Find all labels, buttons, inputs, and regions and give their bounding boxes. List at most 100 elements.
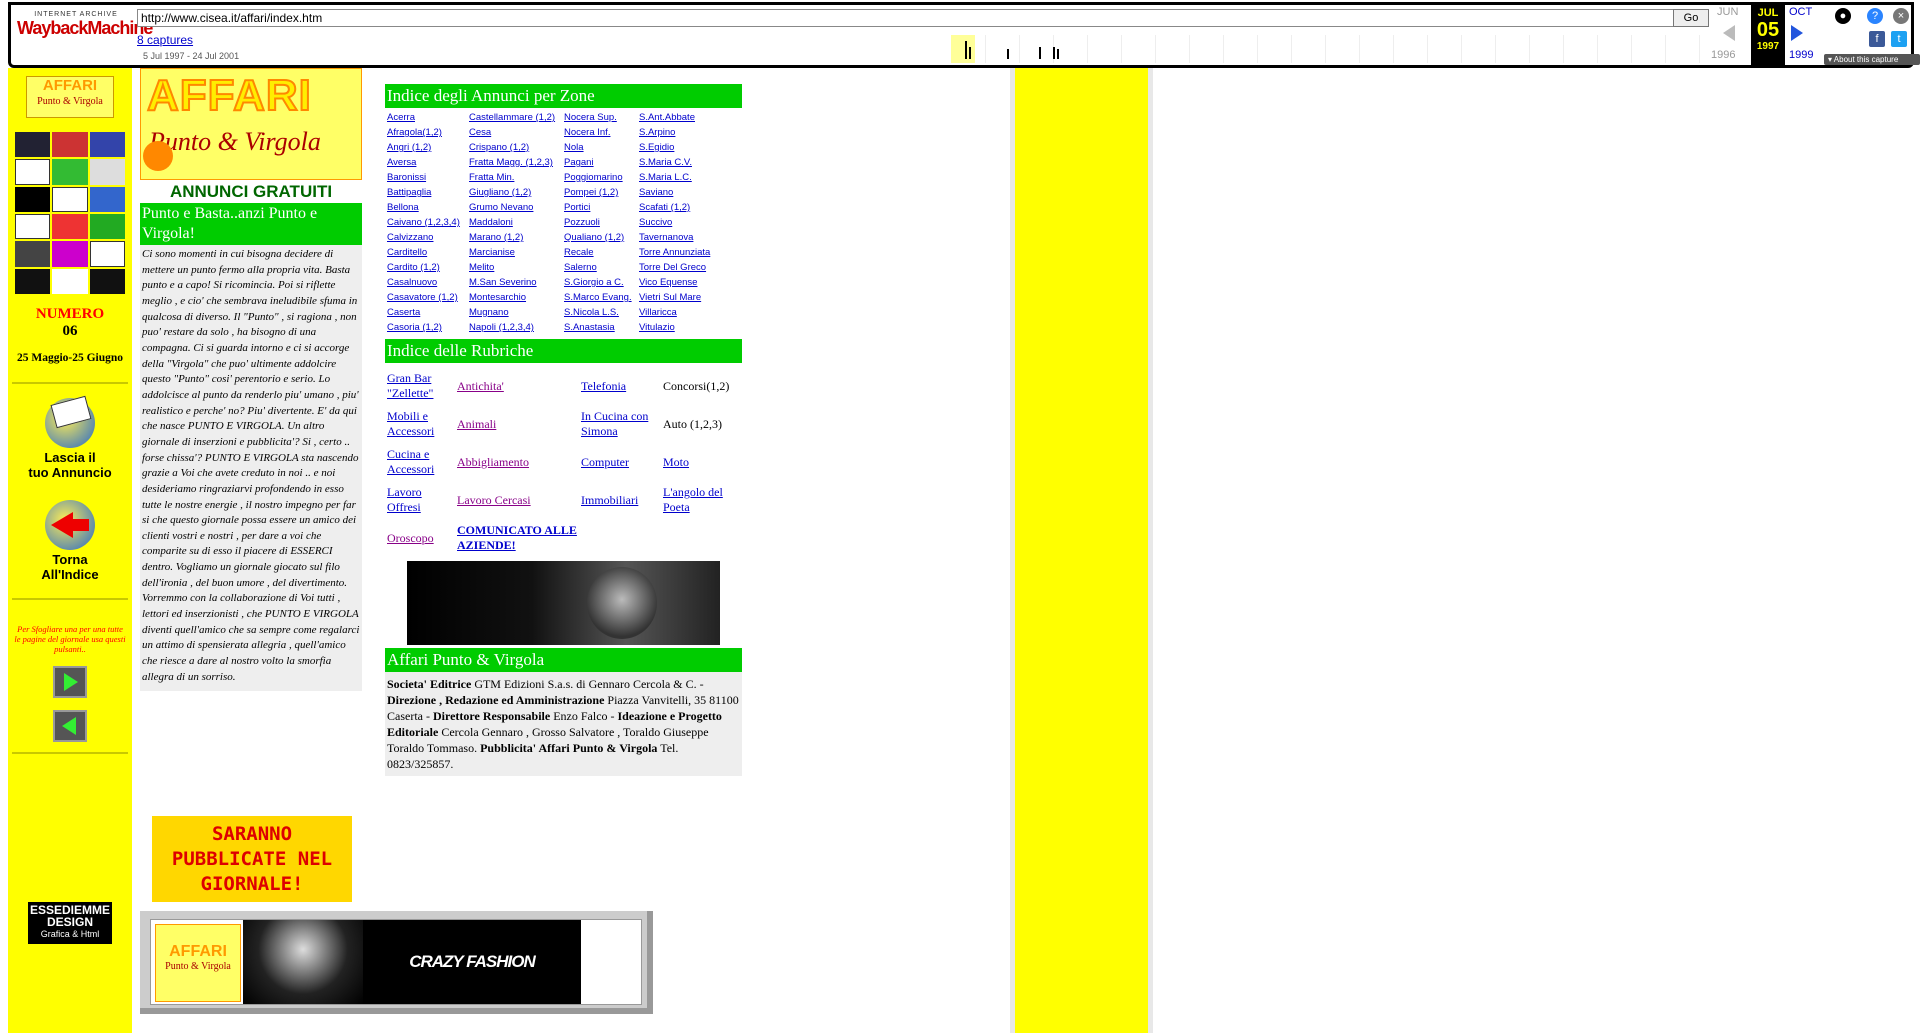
- zone-link[interactable]: Saviano: [639, 186, 737, 200]
- zone-link[interactable]: Poggiomarino: [564, 171, 639, 185]
- zone-link[interactable]: Pozzuoli: [564, 216, 639, 230]
- zone-link[interactable]: Nocera Sup.: [564, 111, 639, 125]
- zone-link[interactable]: S.Egidio: [639, 141, 737, 155]
- rubrica-link[interactable]: Telefonia: [581, 379, 626, 394]
- zone-link[interactable]: Villaricca: [639, 306, 737, 320]
- ads-collage[interactable]: [15, 132, 125, 294]
- zone-link[interactable]: Salerno: [564, 261, 639, 275]
- footer-banner[interactable]: AFFARI Punto & Virgola CRAZY FASHION: [140, 911, 653, 1014]
- back-to-index-button[interactable]: Torna All'Indice: [8, 500, 132, 582]
- rubrica-link[interactable]: Lavoro Offresi: [387, 485, 457, 515]
- zone-link[interactable]: Napoli (1,2,3,4): [469, 321, 564, 335]
- zone-link[interactable]: Vitulazio: [639, 321, 737, 335]
- prev-page-button[interactable]: [53, 710, 87, 742]
- zone-link[interactable]: Fratta Min.: [469, 171, 564, 185]
- zone-link[interactable]: Nocera Inf.: [564, 126, 639, 140]
- zone-link[interactable]: Qualiano (1,2): [564, 231, 639, 245]
- rubrica-link[interactable]: COMUNICATO ALLE AZIENDE!: [457, 523, 581, 553]
- zone-link[interactable]: Scafati (1,2): [639, 201, 737, 215]
- zone-link[interactable]: S.Ant.Abbate: [639, 111, 737, 125]
- zone-link[interactable]: Torre Del Greco: [639, 261, 737, 275]
- zone-link[interactable]: Montesarchio: [469, 291, 564, 305]
- zone-link[interactable]: Acerra: [387, 111, 469, 125]
- close-icon[interactable]: ×: [1893, 8, 1909, 24]
- zone-link[interactable]: Cesa: [469, 126, 564, 140]
- zone-link[interactable]: Vietri Sul Mare: [639, 291, 737, 305]
- wayback-prev-month[interactable]: JUN: [1717, 6, 1738, 18]
- zone-link[interactable]: Calvizzano: [387, 231, 469, 245]
- zone-link[interactable]: Angri (1,2): [387, 141, 469, 155]
- wayback-captures-link[interactable]: 8 captures: [137, 33, 193, 47]
- help-icon[interactable]: ?: [1867, 8, 1883, 24]
- zone-link[interactable]: Casalnuovo: [387, 276, 469, 290]
- zone-link[interactable]: Giugliano (1,2): [469, 186, 564, 200]
- rubrica-link[interactable]: Moto: [663, 455, 689, 470]
- rubrica-link[interactable]: Antichita': [457, 379, 504, 394]
- zone-link[interactable]: S.Maria C.V.: [639, 156, 737, 170]
- zone-link[interactable]: Maddaloni: [469, 216, 564, 230]
- rubrica-link[interactable]: Animali: [457, 417, 496, 432]
- zone-link[interactable]: Fratta Magg. (1,2,3): [469, 156, 564, 170]
- about-capture-button[interactable]: ▾ About this capture: [1824, 54, 1920, 65]
- wayback-next-year[interactable]: 1999: [1789, 49, 1813, 61]
- zone-link[interactable]: Caivano (1,2,3,4): [387, 216, 469, 230]
- rubrica-link[interactable]: Gran Bar "Zellette": [387, 371, 457, 401]
- zone-link[interactable]: Torre Annunziata: [639, 246, 737, 260]
- zone-link[interactable]: Bellona: [387, 201, 469, 215]
- zone-link[interactable]: Succivo: [639, 216, 737, 230]
- essediemme-logo[interactable]: ESSEDIEMME DESIGN Grafica & Html: [28, 902, 112, 944]
- sidebar-logo[interactable]: AFFARI Punto & Virgola: [26, 76, 114, 118]
- rubrica-link[interactable]: Computer: [581, 455, 629, 470]
- next-arrow-icon[interactable]: [1791, 25, 1803, 41]
- zone-link[interactable]: Aversa: [387, 156, 469, 170]
- zone-link[interactable]: Melito: [469, 261, 564, 275]
- rubrica-link[interactable]: Lavoro Cercasi: [457, 493, 531, 508]
- zone-link[interactable]: Vico Equense: [639, 276, 737, 290]
- zone-link[interactable]: S.Giorgio a C.: [564, 276, 639, 290]
- rubrica-link[interactable]: Oroscopo: [387, 531, 434, 546]
- zone-link[interactable]: M.San Severino: [469, 276, 564, 290]
- rubrica-link[interactable]: Immobiliari: [581, 493, 638, 508]
- zone-link[interactable]: Battipaglia: [387, 186, 469, 200]
- rubrica-link[interactable]: Mobili e Accessori: [387, 409, 457, 439]
- wayback-url-input[interactable]: http://www.cisea.it/affari/index.htm: [137, 9, 1675, 27]
- zone-link[interactable]: Marano (1,2): [469, 231, 564, 245]
- zone-link[interactable]: Tavernanova: [639, 231, 737, 245]
- rubrica-link[interactable]: Concorsi(1,2): [663, 379, 729, 394]
- zone-link[interactable]: Pagani: [564, 156, 639, 170]
- twitter-icon[interactable]: t: [1891, 31, 1907, 47]
- zone-link[interactable]: Grumo Nevano: [469, 201, 564, 215]
- zone-link[interactable]: Pompei (1,2): [564, 186, 639, 200]
- zone-link[interactable]: S.Anastasia: [564, 321, 639, 335]
- zone-link[interactable]: S.Maria L.C.: [639, 171, 737, 185]
- wayback-logo[interactable]: INTERNET ARCHIVE WaybackMachine: [17, 11, 153, 57]
- rubrica-link[interactable]: L'angolo del Poeta: [663, 485, 743, 515]
- leave-ad-button[interactable]: Lascia il tuo Annuncio: [8, 395, 132, 480]
- zone-link[interactable]: S.Marco Evang.: [564, 291, 639, 305]
- zone-link[interactable]: Caserta: [387, 306, 469, 320]
- facebook-icon[interactable]: f: [1869, 31, 1885, 47]
- rubrica-link[interactable]: In Cucina con Simona: [581, 409, 663, 439]
- zone-link[interactable]: Cardito (1,2): [387, 261, 469, 275]
- zone-link[interactable]: Carditello: [387, 246, 469, 260]
- rubrica-link[interactable]: Abbigliamento: [457, 455, 529, 470]
- zone-link[interactable]: S.Nicola L.S.: [564, 306, 639, 320]
- zone-link[interactable]: Castellammare (1,2): [469, 111, 564, 125]
- wayback-sparkline[interactable]: [951, 35, 1721, 63]
- prev-arrow-icon[interactable]: [1723, 25, 1735, 41]
- zone-link[interactable]: Recale: [564, 246, 639, 260]
- wayback-go-button[interactable]: Go: [1673, 9, 1709, 27]
- wayback-prev-year[interactable]: 1996: [1711, 49, 1735, 61]
- zone-link[interactable]: Marcianise: [469, 246, 564, 260]
- zone-link[interactable]: Crispano (1,2): [469, 141, 564, 155]
- zone-link[interactable]: Afragola(1,2): [387, 126, 469, 140]
- zone-link[interactable]: Casoria (1,2): [387, 321, 469, 335]
- rubrica-link[interactable]: Auto (1,2,3): [663, 417, 722, 432]
- zone-link[interactable]: Baronissi: [387, 171, 469, 185]
- zone-link[interactable]: S.Arpino: [639, 126, 737, 140]
- rubrica-link[interactable]: Cucina e Accessori: [387, 447, 457, 477]
- zone-link[interactable]: Mugnano: [469, 306, 564, 320]
- wayback-next-month[interactable]: OCT: [1789, 6, 1812, 18]
- next-page-button[interactable]: [53, 666, 87, 698]
- user-icon[interactable]: ●: [1835, 8, 1851, 24]
